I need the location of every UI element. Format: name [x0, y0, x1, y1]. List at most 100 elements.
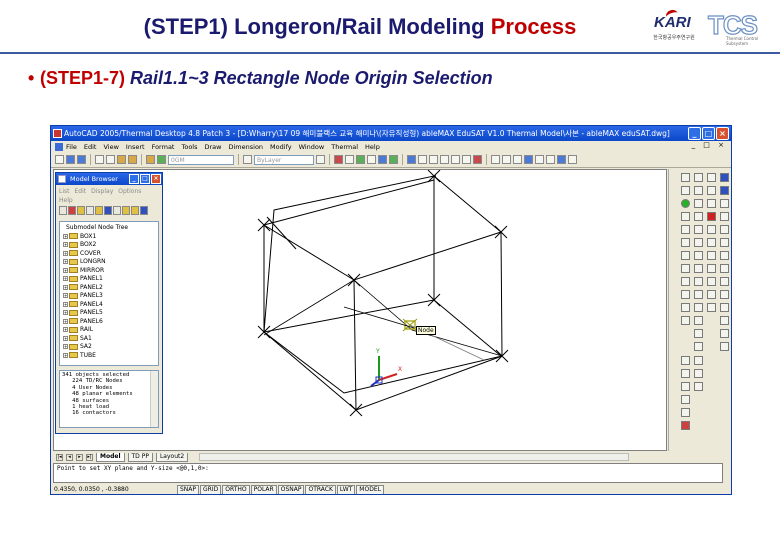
browser-menu-help[interactable]: Help	[59, 197, 73, 204]
tool-pencil-icon[interactable]	[694, 356, 703, 365]
thermal-node-icon[interactable]	[334, 155, 343, 164]
thermal-conductor-icon[interactable]	[345, 155, 354, 164]
tree-item[interactable]: + PANEL2	[60, 283, 158, 292]
browser-menu-edit[interactable]: Edit	[75, 188, 87, 195]
undo-icon[interactable]	[95, 155, 104, 164]
tree-item[interactable]: + SA1	[60, 334, 158, 343]
browser-menu-options[interactable]: Options	[118, 188, 141, 195]
zoom-previous-icon[interactable]	[429, 155, 438, 164]
menu-help[interactable]: Help	[365, 143, 380, 151]
otrack-toggle[interactable]: OTRACK	[305, 484, 336, 494]
polar-toggle[interactable]: POLAR	[250, 484, 277, 494]
view-iso-icon[interactable]	[524, 155, 533, 164]
tool-sphere-icon[interactable]	[694, 290, 703, 299]
tool-fillet-icon[interactable]	[707, 251, 716, 260]
osnap-toggle[interactable]: OSNAP	[277, 484, 305, 494]
grid-toggle[interactable]: GRID	[200, 484, 222, 494]
zoom-realtime-icon[interactable]	[407, 155, 416, 164]
tool-cone-icon[interactable]	[694, 303, 703, 312]
tool-solid6-icon[interactable]	[720, 264, 729, 273]
menu-modify[interactable]: Modify	[270, 143, 292, 151]
minimize-button[interactable]: _	[688, 127, 701, 140]
tool-box-icon[interactable]	[694, 316, 703, 325]
tool-rotate-icon[interactable]	[681, 264, 690, 273]
menu-dimension[interactable]: Dimension	[228, 143, 263, 151]
tool-red-icon[interactable]	[681, 421, 690, 430]
tool-array-icon[interactable]	[707, 290, 716, 299]
tool-cross2-icon[interactable]	[707, 186, 716, 195]
maximize-button[interactable]: □	[702, 127, 715, 140]
tree-item[interactable]: + BOX2	[60, 241, 158, 250]
browser-tool-1-icon[interactable]	[59, 206, 67, 215]
layer-state-icon[interactable]	[146, 155, 155, 164]
open-icon[interactable]	[66, 155, 75, 164]
color-icon[interactable]	[243, 155, 252, 164]
tool-hatch-icon[interactable]	[681, 238, 690, 247]
tool-blue1-icon[interactable]	[720, 173, 729, 182]
tool-disk-icon[interactable]	[694, 342, 703, 351]
menu-file[interactable]: File	[66, 143, 77, 151]
tool-diamond-icon[interactable]	[694, 225, 703, 234]
new-icon[interactable]	[55, 155, 64, 164]
tool-solid4-icon[interactable]	[720, 238, 729, 247]
tool-text-icon[interactable]	[694, 369, 703, 378]
tool-pie-icon[interactable]	[707, 225, 716, 234]
browser-tool-3-icon[interactable]	[77, 206, 85, 215]
tool-node-icon[interactable]	[681, 395, 690, 404]
tab-model[interactable]: Model	[96, 452, 125, 462]
tree-item[interactable]: + SA2	[60, 343, 158, 352]
shade-icon[interactable]	[568, 155, 577, 164]
tool-stretch-icon[interactable]	[681, 290, 690, 299]
tool-solid2-icon[interactable]	[720, 212, 729, 221]
browser-minimize-button[interactable]: _	[129, 174, 139, 184]
layer-on-icon[interactable]	[157, 155, 166, 164]
tool-solid8-icon[interactable]	[720, 290, 729, 299]
tool-grid-icon[interactable]	[694, 251, 703, 260]
tool-offset-icon[interactable]	[707, 303, 716, 312]
zoom-window-icon[interactable]	[418, 155, 427, 164]
layer-combo[interactable]: 0GM	[168, 154, 234, 165]
tree-item[interactable]: + BOX1	[60, 232, 158, 241]
menu-format[interactable]: Format	[152, 143, 175, 151]
document-window-controls[interactable]: _ □ ×	[692, 141, 727, 149]
browser-close-button[interactable]: ×	[151, 174, 161, 184]
menu-tools[interactable]: Tools	[181, 143, 197, 151]
tool-layers-icon[interactable]	[707, 238, 716, 247]
tool-green-icon[interactable]	[681, 199, 690, 208]
snap-toggle[interactable]: SNAP	[177, 484, 200, 494]
pan-icon[interactable]	[117, 155, 126, 164]
linetype-combo[interactable]: ByLayer	[254, 154, 314, 165]
tool-grip-icon[interactable]	[694, 173, 703, 182]
tree-item[interactable]: + PANEL5	[60, 309, 158, 318]
zoom-all-icon[interactable]	[451, 155, 460, 164]
thermal-case-icon[interactable]	[378, 155, 387, 164]
browser-tool-4-icon[interactable]	[86, 206, 94, 215]
tree-item[interactable]: + PANEL6	[60, 317, 158, 326]
tool-torus-icon[interactable]	[694, 277, 703, 286]
tool-move-icon[interactable]	[681, 251, 690, 260]
tab-prev-icon[interactable]: ◂	[66, 453, 73, 461]
tool-solid10-icon[interactable]	[720, 316, 729, 325]
tool-center-icon[interactable]	[681, 408, 690, 417]
tool-line-icon[interactable]	[681, 173, 690, 182]
browser-tool-8-icon[interactable]	[122, 206, 130, 215]
orbit-icon[interactable]	[557, 155, 566, 164]
browser-tool-5-icon[interactable]	[95, 206, 103, 215]
tool-extend-icon[interactable]	[681, 316, 690, 325]
drawing-horizontal-scrollbar[interactable]	[199, 453, 630, 461]
tree-item[interactable]: + COVER	[60, 249, 158, 258]
tool-mesh-icon[interactable]	[694, 264, 703, 273]
view-front-icon[interactable]	[502, 155, 511, 164]
tool-solid7-icon[interactable]	[720, 277, 729, 286]
tab-last-icon[interactable]: ▸|	[86, 453, 93, 461]
tool-solid9-icon[interactable]	[720, 303, 729, 312]
dropdown-icon[interactable]	[316, 155, 325, 164]
menu-edit[interactable]: Edit	[84, 143, 97, 151]
command-line[interactable]: Point to set XY plane and Y-size <@0,1,0…	[53, 463, 723, 483]
tool-solid3-icon[interactable]	[720, 225, 729, 234]
ortho-toggle[interactable]: ORTHO	[222, 484, 250, 494]
measure-icon[interactable]	[473, 155, 482, 164]
menu-draw[interactable]: Draw	[205, 143, 222, 151]
view-ne-icon[interactable]	[535, 155, 544, 164]
document-icon[interactable]	[55, 142, 63, 151]
